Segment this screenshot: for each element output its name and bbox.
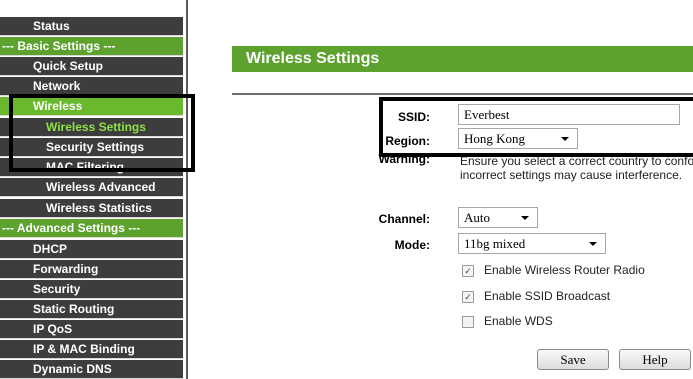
sidebar-item-dynamic-dns[interactable]: Dynamic DNS [0,360,183,379]
enable-ssid-broadcast-checkbox[interactable]: ✓ [462,291,474,303]
enable-radio-checkbox[interactable]: ✓ [462,265,474,277]
region-select[interactable]: Hong Kong [458,128,578,149]
page-title: Wireless Settings [232,46,693,72]
enable-wds-checkbox[interactable] [462,316,474,328]
sidebar-item-wireless[interactable]: Wireless [0,97,183,116]
sidebar-item-wireless-statistics[interactable]: Wireless Statistics [0,199,183,218]
enable-wds-label: Enable WDS [484,314,553,328]
sidebar-item-ip-qos[interactable]: IP QoS [0,320,183,339]
sidebar-item-static-routing[interactable]: Static Routing [0,300,183,319]
enable-radio-label: Enable Wireless Router Radio [484,263,645,277]
channel-select[interactable]: Auto [458,207,538,228]
sidebar-item-mac-filtering[interactable]: MAC Filtering [0,158,183,177]
sidebar-section-advanced-settings: --- Advanced Settings --- [0,219,183,238]
sidebar-item-status[interactable]: Status [0,17,183,36]
channel-label: Channel: [378,212,430,226]
sidebar: Status --- Basic Settings --- Quick Setu… [0,0,185,379]
sidebar-item-wireless-settings[interactable]: Wireless Settings [0,118,183,137]
sidebar-item-wireless-advanced[interactable]: Wireless Advanced [0,178,183,197]
sidebar-item-quick-setup[interactable]: Quick Setup [0,57,183,76]
sidebar-item-dhcp[interactable]: DHCP [0,240,183,259]
sidebar-item-security[interactable]: Security [0,280,183,299]
region-label: Region: [385,134,430,148]
title-divider [232,93,693,95]
help-button[interactable]: Help [619,349,691,370]
sidebar-item-security-settings[interactable]: Security Settings [0,138,183,157]
sidebar-item-ip-mac-binding[interactable]: IP & MAC Binding [0,340,183,359]
sidebar-item-forwarding[interactable]: Forwarding [0,260,183,279]
warning-text-line2: incorrect settings may cause interferenc… [460,168,683,182]
warning-text-line1: Ensure you select a correct country to c… [460,154,693,168]
enable-ssid-broadcast-label: Enable SSID Broadcast [484,289,611,303]
ssid-input[interactable]: Everbest [458,104,680,125]
mode-select[interactable]: 11bg mixed [458,233,606,254]
warning-label: Warning: [378,152,430,166]
sidebar-item-network[interactable]: Network [0,77,183,96]
sidebar-section-basic-settings: --- Basic Settings --- [0,37,183,56]
save-button[interactable]: Save [537,349,609,370]
sidebar-divider [186,0,188,379]
mode-label: Mode: [394,238,430,252]
ssid-label: SSID: [397,110,430,124]
